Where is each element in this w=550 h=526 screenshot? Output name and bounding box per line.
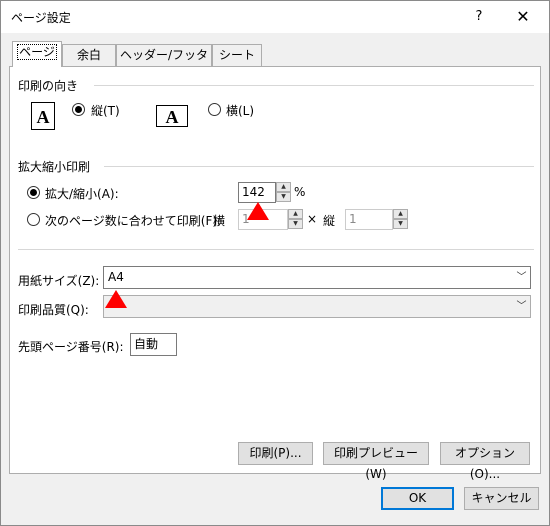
- landscape-page-icon: A: [156, 105, 188, 127]
- pages-tall-input[interactable]: 1: [345, 209, 393, 230]
- landscape-label: 横(L): [226, 104, 255, 118]
- spin-down-icon[interactable]: ▼: [276, 192, 291, 202]
- paper-size-value: A4: [108, 270, 124, 284]
- adjust-to-spinner[interactable]: ▲ ▼: [276, 182, 291, 203]
- pages-wide-spinner[interactable]: ▲ ▼: [288, 209, 303, 230]
- tab-header-footer[interactable]: ヘッダー/フッター: [116, 44, 212, 82]
- section-divider: [18, 249, 534, 250]
- tab-margins-label: 余白: [76, 48, 101, 62]
- spin-up-icon[interactable]: ▲: [288, 209, 303, 219]
- percent-unit: %: [294, 185, 306, 199]
- first-page-number-label: 先頭ページ番号(R):: [18, 340, 124, 354]
- tab-sheet[interactable]: シート: [212, 44, 262, 66]
- spin-up-icon[interactable]: ▲: [276, 182, 291, 192]
- portrait-radio[interactable]: [72, 103, 85, 116]
- print-quality-label: 印刷品質(Q):: [18, 303, 89, 317]
- options-button[interactable]: オプション(O)...: [440, 442, 530, 481]
- print-preview-button[interactable]: 印刷プレビュー(W): [323, 442, 429, 481]
- fit-to-label: 次のページ数に合わせて印刷(F):: [45, 214, 222, 228]
- adjust-to-input[interactable]: 142: [238, 182, 276, 203]
- paper-size-label: 用紙サイズ(Z):: [18, 274, 100, 288]
- annotation-marker-scaling: [247, 202, 269, 220]
- tab-page-label: ページ: [17, 44, 57, 60]
- ok-button[interactable]: OK: [381, 487, 454, 510]
- scaling-group-divider: [104, 166, 534, 167]
- help-button[interactable]: ?: [461, 5, 497, 29]
- landscape-radio[interactable]: [208, 103, 221, 116]
- page-setup-dialog: ページ設定 ? ✕ ページ 余白 ヘッダー/フッター シート 印刷の向き A 縦…: [0, 0, 550, 526]
- print-button[interactable]: 印刷(P)...: [238, 442, 313, 465]
- tab-margins[interactable]: 余白: [62, 44, 116, 66]
- fit-to-radio[interactable]: [27, 213, 40, 226]
- orientation-group-divider: [94, 85, 534, 86]
- spin-down-icon[interactable]: ▼: [393, 219, 408, 229]
- chevron-down-icon[interactable]: ﹀: [513, 267, 530, 288]
- pages-tall-label: 縦: [323, 214, 336, 228]
- cancel-button[interactable]: キャンセル: [464, 487, 539, 510]
- close-button[interactable]: ✕: [503, 5, 543, 29]
- adjust-to-label: 拡大/縮小(A):: [45, 187, 119, 201]
- annotation-marker-quality: [105, 290, 127, 308]
- spin-up-icon[interactable]: ▲: [393, 209, 408, 219]
- portrait-page-icon: A: [31, 102, 55, 130]
- spin-down-icon[interactable]: ▼: [288, 219, 303, 229]
- orientation-group-label: 印刷の向き: [18, 79, 79, 93]
- tab-sheet-label: シート: [218, 48, 255, 62]
- title-bar: ページ設定 ? ✕: [1, 1, 549, 33]
- tab-panel-page: 印刷の向き A 縦(T) A 横(L) 拡大縮小印刷 拡大/縮小(A): 142…: [9, 66, 541, 481]
- times-sign: ×: [307, 212, 318, 226]
- window-title: ページ設定: [11, 11, 71, 25]
- chevron-down-icon[interactable]: ﹀: [513, 296, 530, 317]
- print-quality-select[interactable]: ﹀: [103, 295, 531, 318]
- pages-wide-label: 横: [213, 214, 226, 228]
- first-page-number-input[interactable]: 自動: [130, 333, 177, 356]
- close-icon: ✕: [516, 7, 530, 26]
- tab-page[interactable]: ページ: [12, 41, 62, 67]
- pages-tall-spinner[interactable]: ▲ ▼: [393, 209, 408, 230]
- scaling-group-label: 拡大縮小印刷: [18, 160, 91, 174]
- paper-size-select[interactable]: A4 ﹀: [103, 266, 531, 289]
- portrait-label: 縦(T): [91, 104, 120, 118]
- adjust-to-radio[interactable]: [27, 186, 40, 199]
